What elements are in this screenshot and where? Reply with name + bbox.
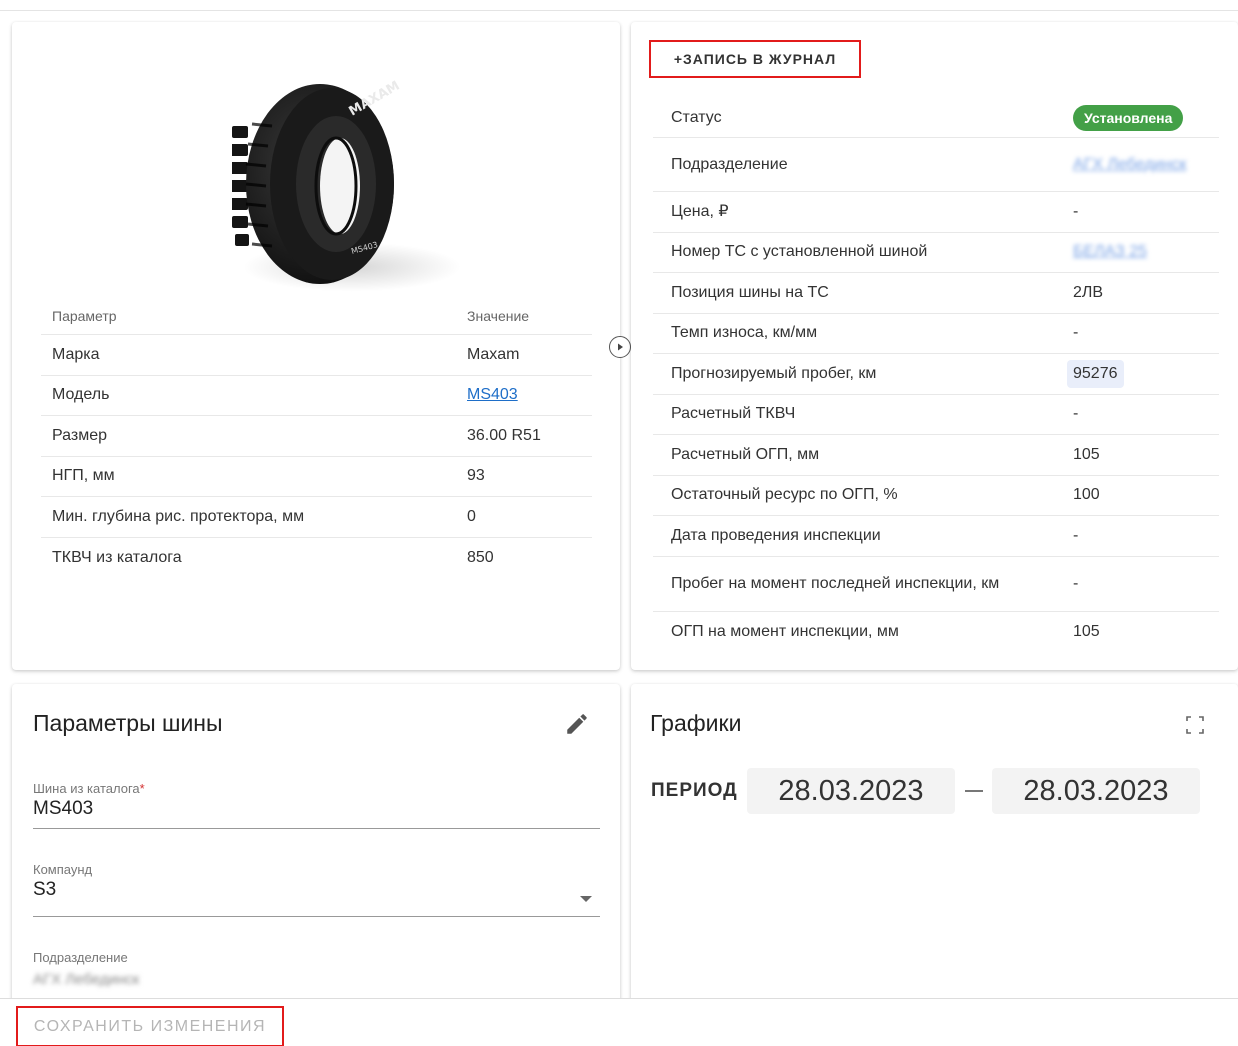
- division-label: Подразделение: [671, 155, 788, 173]
- inspection-mileage-value: -: [1073, 574, 1079, 592]
- period-label: ПЕРИОД: [651, 780, 738, 801]
- wear-rate-label: Темп износа, км/мм: [671, 324, 818, 342]
- required-mark: *: [139, 781, 145, 796]
- division-field-label: Подразделение: [33, 950, 128, 965]
- param-value: 36.00 R51: [467, 426, 541, 444]
- residual-resource-label: Остаточный ресурс по ОГП, %: [671, 486, 898, 504]
- tire-image: MAXAM MS403: [229, 64, 472, 294]
- chevron-down-icon: [580, 896, 592, 902]
- date-from-input[interactable]: 28.03.2023: [747, 768, 955, 814]
- table-row: ОГП на момент инспекции, мм 105: [653, 612, 1219, 653]
- calc-tkvch-value: -: [1073, 405, 1079, 423]
- catalog-tire-value: MS403: [33, 798, 94, 819]
- tire-params-form-card: Параметры шины Шина из каталога* MS403 К…: [12, 684, 620, 1046]
- wear-rate-value: -: [1073, 324, 1079, 342]
- table-row: Пробег на момент последней инспекции, км…: [653, 557, 1219, 612]
- param-label: Модель: [52, 386, 110, 404]
- tire-params-table: Параметр Значение Марка Maxam Модель MS4…: [41, 298, 592, 578]
- catalog-tire-field[interactable]: Шина из каталога* MS403: [33, 781, 600, 829]
- param-value: 850: [467, 548, 494, 566]
- table-row: НГП, мм 93: [41, 457, 592, 497]
- calc-ogp-value: 105: [1073, 445, 1100, 463]
- division-field-value: АГХ Лебединск: [33, 971, 140, 988]
- add-journal-entry-button[interactable]: +ЗАПИСЬ В ЖУРНАЛ: [649, 40, 861, 78]
- compound-value: S3: [33, 879, 57, 900]
- param-value: 93: [467, 467, 485, 485]
- table-row: Мин. глубина рис. протектора, мм 0: [41, 497, 592, 538]
- fullscreen-icon[interactable]: [1186, 716, 1204, 734]
- position-label: Позиция шины на ТС: [671, 283, 829, 301]
- forecast-mileage-label: Прогнозируемый пробег, км: [671, 364, 877, 382]
- price-value: -: [1073, 202, 1079, 220]
- division-link[interactable]: АГХ Лебединск: [1073, 156, 1186, 173]
- param-label: Размер: [52, 426, 107, 444]
- table-header: Параметр Значение: [41, 298, 592, 335]
- compound-select[interactable]: Компаунд S3: [33, 862, 600, 917]
- table-row: Подразделение АГХ Лебединск: [653, 138, 1219, 192]
- graphs-title: Графики: [650, 710, 742, 736]
- model-link[interactable]: MS403: [467, 386, 518, 403]
- inspection-mileage-label: Пробег на момент последней инспекции, км: [671, 574, 1000, 592]
- play-arrow-icon: [618, 343, 623, 351]
- top-divider: [0, 10, 1238, 11]
- inspection-date-label: Дата проведения инспекции: [671, 526, 881, 544]
- graphs-card: Графики ПЕРИОД 28.03.2023 28.03.2023: [631, 684, 1238, 1046]
- param-label: НГП, мм: [52, 467, 115, 485]
- save-changes-button[interactable]: СОХРАНИТЬ ИЗМЕНЕНИЯ: [16, 1006, 284, 1046]
- card-title: Параметры шины: [33, 710, 223, 736]
- param-label: Мин. глубина рис. протектора, мм: [52, 507, 305, 525]
- calc-ogp-label: Расчетный ОГП, мм: [671, 445, 820, 463]
- tire-info-card: MAXAM MS403 Параметр Значение Марка Maxa…: [12, 22, 620, 670]
- table-row: Остаточный ресурс по ОГП, % 100: [653, 476, 1219, 516]
- status-label: Статус: [671, 108, 722, 126]
- bottom-action-bar: СОХРАНИТЬ ИЗМЕНЕНИЯ: [0, 998, 1238, 1046]
- vehicle-number-link[interactable]: БЕЛАЗ 25: [1073, 243, 1147, 260]
- tire-status-table: Статус Установлена Подразделение АГХ Леб…: [653, 98, 1219, 652]
- column-header-param: Параметр: [52, 308, 117, 324]
- table-row: Дата проведения инспекции -: [653, 516, 1219, 557]
- calc-tkvch-label: Расчетный ТКВЧ: [671, 405, 796, 423]
- position-value: 2ЛВ: [1073, 283, 1104, 301]
- price-label: Цена, ₽: [671, 202, 729, 220]
- tire-status-card: +ЗАПИСЬ В ЖУРНАЛ Статус Установлена Подр…: [631, 22, 1238, 670]
- inspection-ogp-value: 105: [1073, 622, 1100, 640]
- param-value: 0: [467, 507, 476, 525]
- table-row: Позиция шины на ТС 2ЛВ: [653, 273, 1219, 314]
- param-label: Марка: [52, 345, 100, 363]
- table-row: Цена, ₽ -: [653, 192, 1219, 233]
- edit-pencil-icon[interactable]: [564, 711, 590, 737]
- table-row: ТКВЧ из каталога 850: [41, 538, 592, 579]
- residual-resource-value: 100: [1073, 486, 1100, 504]
- inspection-ogp-label: ОГП на момент инспекции, мм: [671, 622, 899, 640]
- table-row: Расчетный ТКВЧ -: [653, 395, 1219, 435]
- expand-toggle-button[interactable]: [609, 336, 631, 358]
- table-row: Размер 36.00 R51: [41, 416, 592, 457]
- inspection-date-value: -: [1073, 526, 1079, 544]
- table-row: Марка Maxam: [41, 335, 592, 376]
- status-badge: Установлена: [1073, 104, 1184, 131]
- table-row: Статус Установлена: [653, 98, 1219, 138]
- date-range-separator: [965, 790, 983, 792]
- compound-label: Компаунд: [33, 862, 93, 877]
- forecast-mileage-value: 95276: [1067, 359, 1124, 388]
- table-row: Номер ТС с установленной шиной БЕЛАЗ 25: [653, 233, 1219, 273]
- column-header-value: Значение: [467, 308, 530, 324]
- table-row: Модель MS403: [41, 376, 592, 416]
- param-label: ТКВЧ из каталога: [52, 548, 182, 566]
- table-row: Расчетный ОГП, мм 105: [653, 435, 1219, 476]
- table-row: Прогнозируемый пробег, км 95276: [653, 354, 1219, 395]
- date-to-input[interactable]: 28.03.2023: [992, 768, 1200, 814]
- param-value: Maxam: [467, 345, 520, 363]
- vehicle-number-label: Номер ТС с установленной шиной: [671, 243, 928, 261]
- division-field[interactable]: Подразделение АГХ Лебединск: [33, 950, 600, 1000]
- catalog-tire-label: Шина из каталога: [33, 781, 140, 796]
- table-row: Темп износа, км/мм -: [653, 314, 1219, 354]
